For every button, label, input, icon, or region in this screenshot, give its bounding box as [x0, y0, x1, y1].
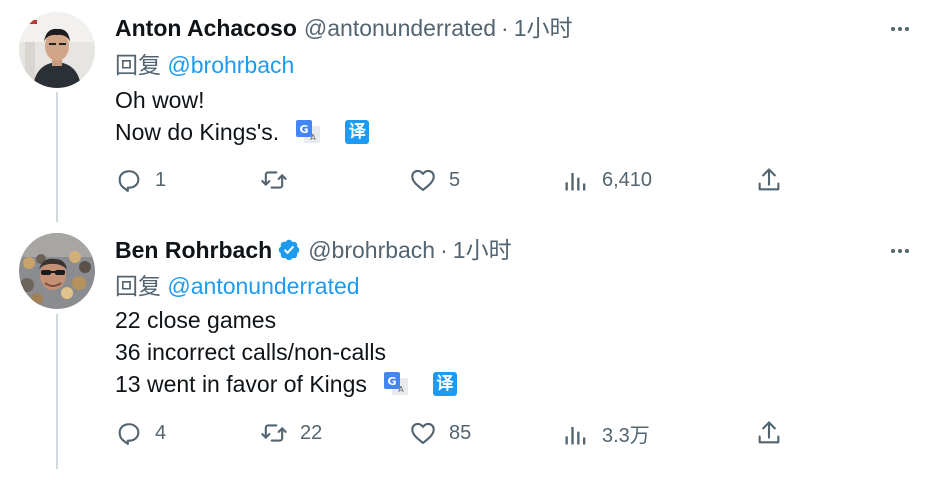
like-button[interactable]: 85	[409, 419, 471, 447]
tweet-text-content: Now do Kings's.	[115, 119, 280, 145]
replying-to: 回复 @antonunderrated	[115, 271, 360, 301]
share-icon	[758, 421, 780, 444]
thread-line	[56, 92, 58, 222]
views-chart-icon	[565, 173, 586, 191]
tweet[interactable]: Anton Achacoso @antonunderrated · 1小时 回复…	[0, 0, 939, 222]
separator-dot: ·	[440, 237, 448, 263]
svg-text:A: A	[310, 133, 316, 142]
display-name[interactable]: Ben Rohrbach	[115, 235, 272, 265]
tweet-text-content: 36 incorrect calls/non-calls	[115, 339, 387, 365]
share-icon	[758, 168, 780, 191]
tweet-text: 22 close games 36 incorrect calls/non-ca…	[115, 304, 457, 400]
reply-button[interactable]: 1	[115, 166, 166, 194]
user-handle[interactable]: @brohrbach	[308, 235, 435, 265]
views-button[interactable]: 6,410	[562, 166, 652, 194]
retweet-button[interactable]	[260, 166, 300, 194]
reply-count: 1	[155, 168, 167, 191]
retweet-icon	[261, 424, 287, 442]
google-translate-icon[interactable]: G A	[383, 371, 409, 397]
reply-count: 4	[155, 421, 167, 444]
tweet-text: Oh wow! Now do Kings's. G A 译	[115, 84, 370, 148]
svg-text:G: G	[300, 123, 309, 136]
tweet-text-line: 13 went in favor of Kings G A 译	[115, 368, 457, 400]
mention-link[interactable]: @brohrbach	[167, 52, 294, 78]
heart-icon	[411, 422, 435, 444]
replying-to: 回复 @brohrbach	[115, 50, 294, 80]
like-count: 5	[449, 168, 461, 191]
tweet[interactable]: Ben Rohrbach @brohrbach · 1小时 回复 @antonu…	[0, 222, 939, 480]
more-horizontal-icon	[891, 27, 909, 31]
views-count: 6,410	[602, 168, 653, 191]
timestamp[interactable]: 1小时	[514, 13, 573, 43]
share-button[interactable]	[755, 419, 783, 447]
like-count: 85	[449, 421, 472, 444]
retweet-count: 22	[300, 421, 323, 444]
like-button[interactable]: 5	[409, 166, 460, 194]
separator-dot: ·	[501, 15, 509, 41]
tweet-header: Anton Achacoso @antonunderrated · 1小时	[115, 13, 573, 43]
retweet-icon	[261, 171, 287, 189]
tweet-text-line: 36 incorrect calls/non-calls	[115, 336, 457, 368]
reply-icon	[118, 170, 140, 193]
retweet-button[interactable]: 22	[260, 419, 322, 447]
tweet-text-content: 13 went in favor of Kings	[115, 371, 367, 397]
views-chart-icon	[565, 426, 586, 444]
timestamp[interactable]: 1小时	[453, 235, 512, 265]
reply-prefix: 回复	[115, 52, 161, 78]
tweet-text-content: Oh wow!	[115, 87, 205, 113]
more-options-button[interactable]	[885, 236, 915, 266]
reply-button[interactable]: 4	[115, 419, 166, 447]
display-name[interactable]: Anton Achacoso	[115, 13, 297, 43]
views-button[interactable]: 3.3万	[562, 419, 650, 448]
share-button[interactable]	[755, 166, 783, 194]
reply-icon	[118, 423, 140, 446]
translate-badge[interactable]: 译	[345, 120, 370, 144]
user-handle[interactable]: @antonunderrated	[304, 13, 496, 43]
more-horizontal-icon	[891, 249, 909, 253]
verified-badge-icon[interactable]	[277, 238, 301, 262]
svg-text:G: G	[387, 375, 396, 388]
avatar[interactable]	[19, 12, 95, 88]
translate-badge[interactable]: 译	[432, 372, 457, 396]
reply-prefix: 回复	[115, 273, 161, 299]
mention-link[interactable]: @antonunderrated	[167, 273, 359, 299]
more-options-button[interactable]	[885, 14, 915, 44]
tweet-text-line: Now do Kings's. G A 译	[115, 116, 370, 148]
svg-text:A: A	[398, 385, 404, 394]
tweet-text-line: Oh wow!	[115, 84, 369, 116]
thread-line	[56, 314, 58, 469]
tweet-text-content: 22 close games	[115, 307, 277, 333]
avatar[interactable]	[19, 233, 95, 309]
tweet-header: Ben Rohrbach @brohrbach · 1小时	[115, 235, 512, 265]
tweet-actions: 4 22 85 3.3万	[115, 419, 815, 451]
heart-icon	[411, 169, 435, 191]
tweet-text-line: 22 close games	[115, 304, 457, 336]
views-count: 3.3万	[602, 425, 650, 447]
tweet-actions: 1 5 6,410	[115, 166, 815, 198]
google-translate-icon[interactable]: G A	[295, 119, 321, 145]
